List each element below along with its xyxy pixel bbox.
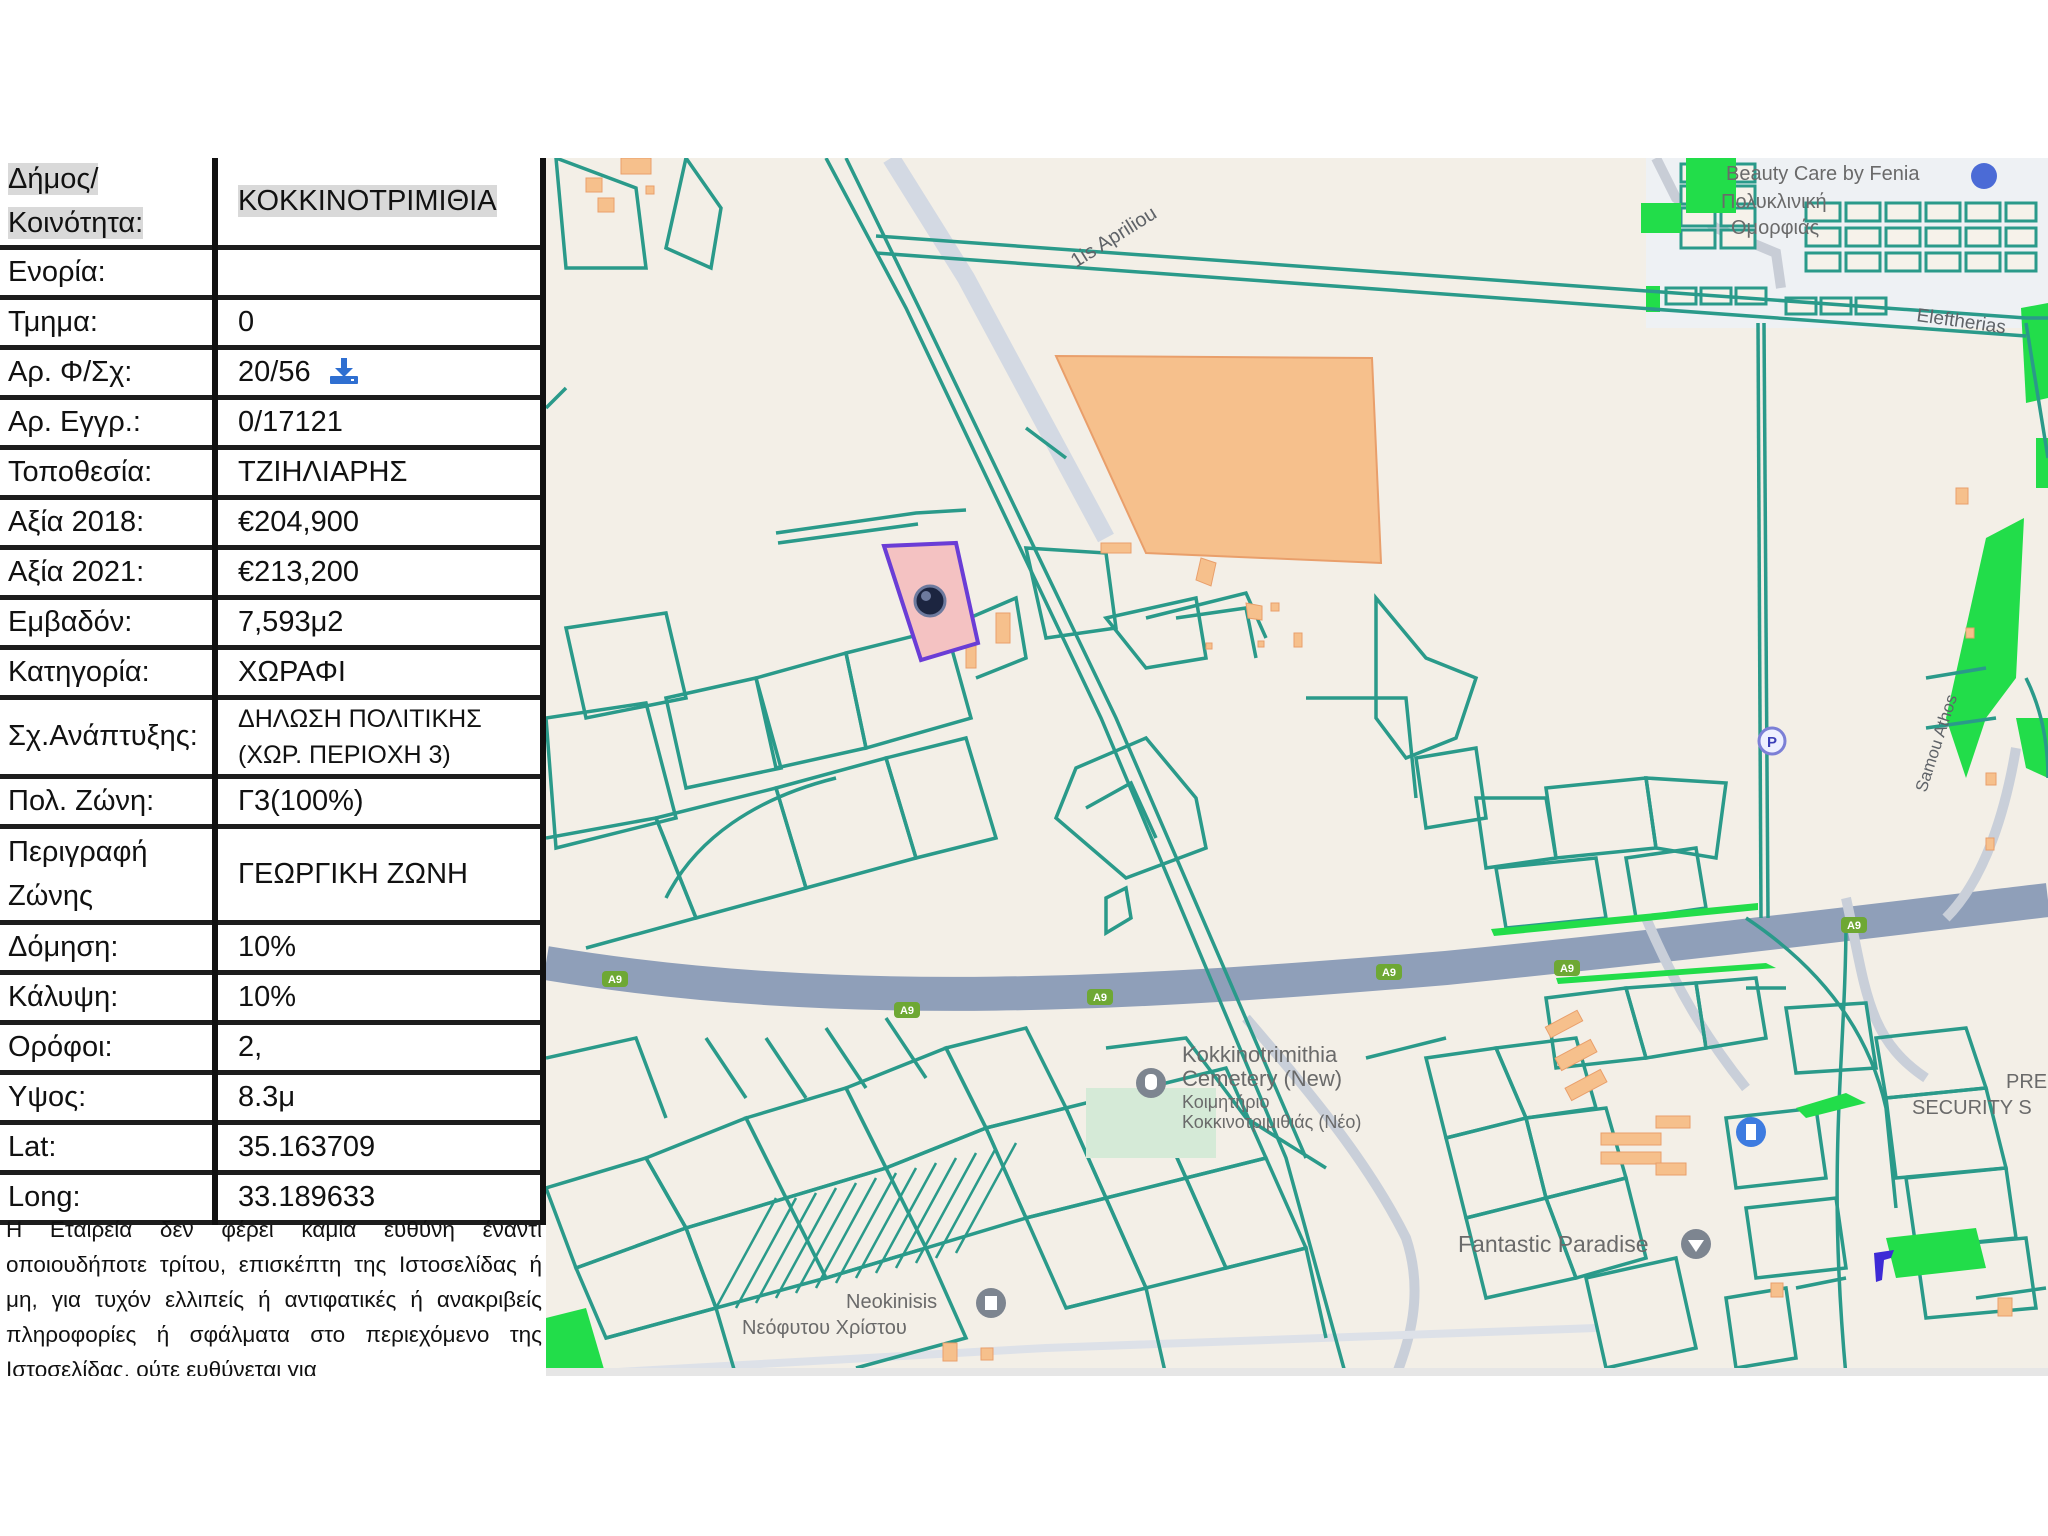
- svg-text:A9: A9: [1847, 920, 1861, 932]
- zone-description-value: ΓΕΩΡΓΙΚΗ ΖΩΝΗ: [215, 826, 546, 925]
- area-value: 7,593μ2: [215, 597, 546, 650]
- poi-label: Neokinisis: [846, 1291, 937, 1313]
- row-label: Τμημα:: [0, 297, 218, 350]
- row-label: Κάλυψη:: [0, 972, 218, 1025]
- table-row: Εμβαδόν: 7,593μ2: [0, 597, 546, 650]
- shop-icon[interactable]: [1971, 163, 1997, 189]
- a9-shield: A9: [1554, 960, 1580, 976]
- parking-icon[interactable]: P: [1757, 726, 1787, 756]
- svg-text:P: P: [1767, 734, 1777, 751]
- table-row: Κάλυψη: 10%: [0, 972, 546, 1025]
- parish-value: [215, 247, 546, 300]
- table-row: Δήμος/ Κοινότητα: ΚΟΚΚΙΝΟΤΡΙΜΙΘΙΑ: [0, 158, 546, 250]
- row-label: Κατηγορία:: [0, 647, 218, 700]
- section-value: 0: [215, 297, 546, 350]
- svg-text:A9: A9: [608, 974, 622, 986]
- svg-text:A9: A9: [900, 1005, 914, 1017]
- a9-shield: A9: [894, 1002, 920, 1018]
- table-row: Δόμηση: 10%: [0, 922, 546, 975]
- planning-zone-value: Γ3(100%): [215, 776, 546, 829]
- municipality-value: ΚΟΚΚΙΝΟΤΡΙΜΙΘΙΑ: [238, 184, 497, 217]
- row-label: Σχ.Ανάπτυξης:: [0, 697, 218, 779]
- category-value: ΧΩΡΑΦΙ: [215, 647, 546, 700]
- pharmacy-icon[interactable]: [1736, 1117, 1766, 1147]
- location-value: ΤΖΙΗΛΙΑΡΗΣ: [215, 447, 546, 500]
- svg-text:A9: A9: [1382, 967, 1396, 979]
- row-label: Αρ. Εγγρ.:: [0, 397, 218, 450]
- height-value: 8.3μ: [215, 1072, 546, 1125]
- table-row: Αξία 2018: €204,900: [0, 497, 546, 550]
- poi-label: Νεόφυτου Χρίστου: [742, 1317, 907, 1339]
- row-label: Lat:: [0, 1122, 218, 1175]
- map-canvas[interactable]: A9 A9 A9 A9 A9 A9 1is Apriliou Eleftheri…: [546, 158, 2048, 1376]
- a9-shield: A9: [1087, 989, 1113, 1005]
- poi-label: Beauty Care by Fenia: [1726, 163, 1920, 185]
- svg-text:A9: A9: [1560, 963, 1574, 975]
- table-row: Υψος: 8.3μ: [0, 1072, 546, 1125]
- disclaimer-text: Η Εταιρεία δεν φέρει καμία ευθύνη έναντι…: [6, 1217, 542, 1376]
- poi-label: Ομορφιάς: [1731, 217, 1820, 239]
- poi-label: PRE: [2006, 1071, 2047, 1093]
- row-label: Δήμος/ Κοινότητα:: [8, 163, 144, 239]
- download-icon[interactable]: [329, 357, 359, 385]
- parcel-info-table: Δήμος/ Κοινότητα: ΚΟΚΚΙΝΟΤΡΙΜΙΘΙΑ Ενορία…: [0, 158, 546, 1225]
- a9-shield: A9: [602, 971, 628, 987]
- registration-value: 0/17121: [215, 397, 546, 450]
- row-label: Ενορία:: [0, 247, 218, 300]
- latitude-value: 35.163709: [215, 1122, 546, 1175]
- row-label: Δόμηση:: [0, 922, 218, 975]
- row-label: Αξία 2018:: [0, 497, 218, 550]
- table-row: Lat: 35.163709: [0, 1122, 546, 1175]
- poi-label: SECURITY S: [1912, 1097, 2032, 1119]
- table-row: Ενορία:: [0, 247, 546, 300]
- table-row: Τμημα: 0: [0, 297, 546, 350]
- map-bottom-border: [546, 1368, 2048, 1376]
- cemetery-icon[interactable]: [1136, 1068, 1166, 1098]
- table-row: Περιγραφή Ζώνης ΓΕΩΡΓΙΚΗ ΖΩΝΗ: [0, 826, 546, 925]
- landmark-icon[interactable]: [976, 1288, 1006, 1318]
- row-label: Εμβαδόν:: [0, 597, 218, 650]
- poi-label: Kokkinotrimithia: [1182, 1042, 1338, 1067]
- table-row: Πολ. Ζώνη: Γ3(100%): [0, 776, 546, 829]
- cadastral-map[interactable]: A9 A9 A9 A9 A9 A9 1is Apriliou Eleftheri…: [546, 158, 2048, 1376]
- table-row: Αρ. Φ/Σχ: 20/56: [0, 347, 546, 400]
- svg-text:A9: A9: [1093, 992, 1107, 1004]
- table-row: Αξία 2021: €213,200: [0, 547, 546, 600]
- poi-label: Κοκκινοτριμιθιάς (Νέο): [1182, 1112, 1361, 1132]
- floors-value: 2,: [215, 1022, 546, 1075]
- row-label: Τοποθεσία:: [0, 447, 218, 500]
- poi-label: Cemetery (New): [1182, 1066, 1342, 1091]
- poi-label: Fantastic Paradise: [1458, 1231, 1648, 1257]
- row-label: Υψος:: [0, 1072, 218, 1125]
- landmark-icon[interactable]: [1681, 1229, 1711, 1259]
- poi-label: Κοιμητήριο: [1182, 1092, 1270, 1112]
- location-marker-icon[interactable]: [913, 584, 947, 618]
- table-row: Τοποθεσία: ΤΖΙΗΛΙΑΡΗΣ: [0, 447, 546, 500]
- building-density-value: 10%: [215, 922, 546, 975]
- row-label: Περιγραφή Ζώνης: [0, 826, 218, 925]
- table-row: Κατηγορία: ΧΩΡΑΦΙ: [0, 647, 546, 700]
- row-label: Πολ. Ζώνη:: [0, 776, 218, 829]
- development-plan-value: ΔΗΛΩΣΗ ΠΟΛΙΤΙΚΗΣ (ΧΩΡ. ΠΕΡΙΟΧΗ 3): [215, 697, 546, 779]
- a9-shield: A9: [1376, 964, 1402, 980]
- value-2021: €213,200: [215, 547, 546, 600]
- table-row: Αρ. Εγγρ.: 0/17121: [0, 397, 546, 450]
- row-label: Ορόφοι:: [0, 1022, 218, 1075]
- row-label: Αξία 2021:: [0, 547, 218, 600]
- a9-shield: A9: [1841, 917, 1867, 933]
- poi-label: Πολυκλινική: [1721, 191, 1827, 213]
- coverage-value: 10%: [215, 972, 546, 1025]
- parcel-info-panel: Δήμος/ Κοινότητα: ΚΟΚΚΙΝΟΤΡΙΜΙΘΙΑ Ενορία…: [0, 158, 546, 1376]
- value-2018: €204,900: [215, 497, 546, 550]
- sheet-plan-value: 20/56: [238, 355, 311, 388]
- table-row: Ορόφοι: 2,: [0, 1022, 546, 1075]
- row-label: Αρ. Φ/Σχ:: [0, 347, 218, 400]
- table-row: Σχ.Ανάπτυξης: ΔΗΛΩΣΗ ΠΟΛΙΤΙΚΗΣ (ΧΩΡ. ΠΕΡ…: [0, 697, 546, 779]
